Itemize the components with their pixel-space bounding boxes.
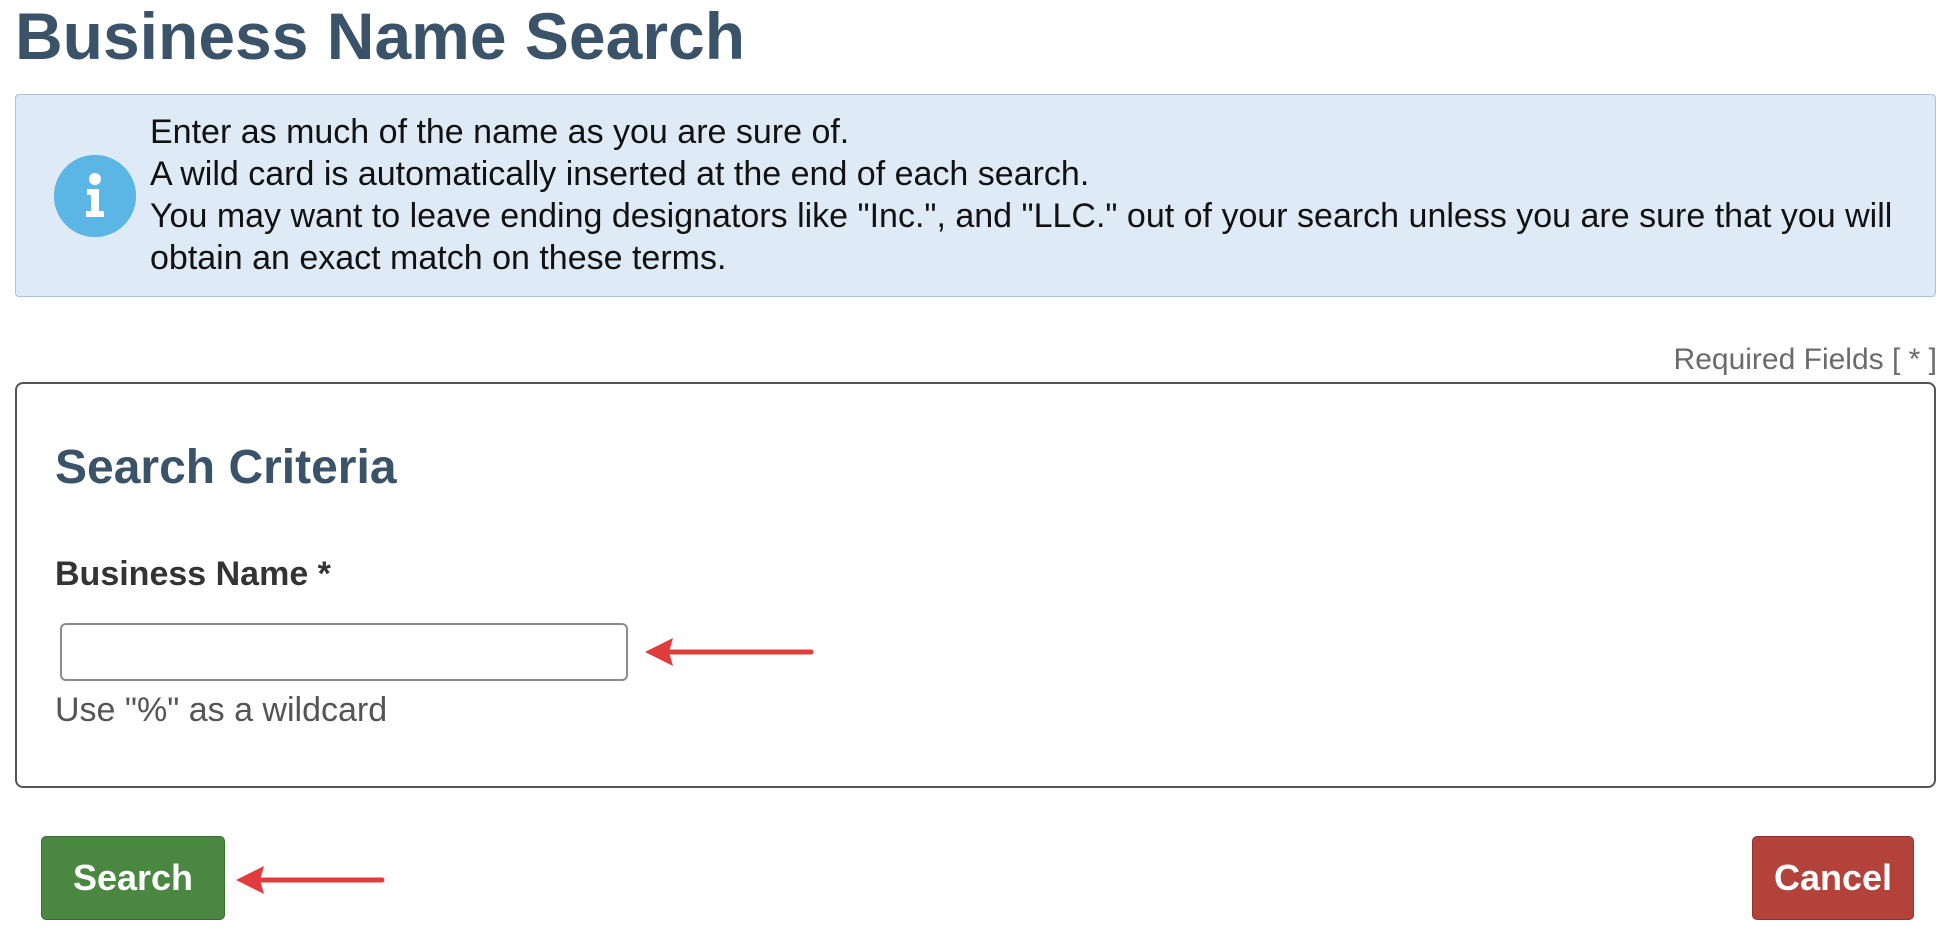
required-fields-note: Required Fields [ * ] xyxy=(1673,343,1937,376)
annotation-arrow-icon xyxy=(236,866,385,894)
info-line: Enter as much of the name as you are sur… xyxy=(150,113,850,151)
search-button[interactable]: Search xyxy=(41,836,225,920)
business-name-input[interactable] xyxy=(60,623,628,681)
info-message: Enter as much of the name as you are sur… xyxy=(150,111,1910,279)
annotation-arrow-icon xyxy=(645,638,814,666)
info-icon xyxy=(54,155,136,237)
business-name-label: Business Name * xyxy=(55,555,331,593)
info-line: You may want to leave ending designators… xyxy=(150,197,1893,277)
search-criteria-panel: Search Criteria Business Name * Use "%" … xyxy=(15,382,1936,788)
section-title: Search Criteria xyxy=(55,441,397,494)
cancel-button[interactable]: Cancel xyxy=(1752,836,1914,920)
wildcard-help-text: Use "%" as a wildcard xyxy=(55,691,388,729)
info-panel: Enter as much of the name as you are sur… xyxy=(15,94,1936,297)
page-title: Business Name Search xyxy=(15,0,746,73)
info-line: A wild card is automatically inserted at… xyxy=(150,155,1090,193)
